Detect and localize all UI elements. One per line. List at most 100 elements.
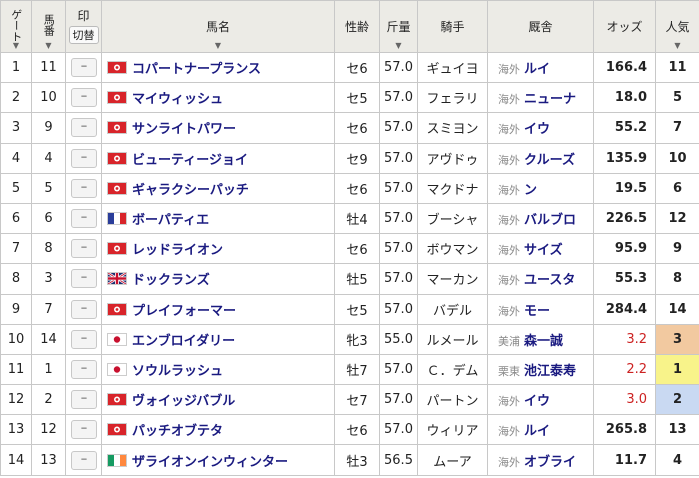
hong-kong-flag-icon (107, 151, 127, 165)
trainer-link[interactable]: ユースタ (524, 273, 575, 288)
trainer-link[interactable]: 森一誠 (524, 334, 563, 349)
horse-name-link[interactable]: ビューティージョイ (132, 153, 248, 168)
trainer-region: 美浦 (498, 334, 520, 348)
trainer-link[interactable]: オブライ (524, 455, 576, 470)
horse-name-cell: レッドライオン (101, 233, 335, 265)
trainer-region: 海外 (498, 183, 520, 197)
jockey-cell: ギュイヨ (417, 51, 488, 84)
horse-name-link[interactable]: ドックランズ (132, 273, 210, 288)
mark-select[interactable]: -- (70, 88, 97, 108)
trainer-link[interactable]: クルーズ (524, 153, 575, 168)
popularity-cell: 13 (655, 414, 699, 446)
trainer-link[interactable]: バルブロ (524, 213, 576, 228)
mark-select[interactable]: -- (70, 359, 97, 379)
horse-name-link[interactable]: ボーパティエ (132, 213, 209, 228)
mark-select[interactable]: -- (70, 239, 97, 259)
horse-name-link[interactable]: プレイフォーマー (132, 304, 236, 319)
horse-name-link[interactable]: レッドライオン (132, 243, 223, 258)
trainer-link[interactable]: イウ (524, 394, 550, 409)
jockey-link[interactable]: パートン (426, 394, 478, 409)
weight-cell: 55.0 (379, 323, 418, 355)
mark-select[interactable]: -- (70, 269, 97, 289)
horse-name-cell: サンライトパワー (101, 112, 335, 144)
horse-name-link[interactable]: エンブロイダリー (132, 334, 235, 349)
mark-select[interactable]: -- (70, 118, 97, 138)
popularity-cell: 3 (655, 323, 699, 355)
mark-select[interactable]: -- (70, 390, 97, 410)
trainer-link[interactable]: イウ (524, 122, 550, 137)
horse-name-link[interactable]: コパートナープランス (132, 62, 261, 77)
mark-cell: -- (65, 202, 102, 235)
weight-cell: 57.0 (379, 293, 418, 325)
mark-select[interactable]: -- (70, 420, 97, 440)
horse-number-cell: 7 (31, 293, 66, 325)
hong-kong-flag-icon (107, 393, 127, 407)
horse-name-link[interactable]: ソウルラッシュ (132, 364, 223, 379)
jockey-cell: ムーア (417, 444, 488, 476)
horse-number-cell: 5 (31, 172, 66, 204)
weight-cell: 57.0 (379, 82, 418, 114)
jockey-link[interactable]: スミヨン (426, 122, 478, 137)
jockey-link[interactable]: Ｃ．デム (427, 364, 479, 379)
gate-cell: 14 (0, 444, 32, 476)
horse-name-cell: ギャラクシーパッチ (101, 172, 335, 204)
horse-name-link[interactable]: サンライトパワー (132, 122, 236, 137)
horse-name-link[interactable]: パッチオブテタ (132, 424, 223, 439)
trainer-link[interactable]: モー (524, 304, 550, 319)
gate-cell: 8 (0, 263, 32, 295)
popularity-cell: 9 (655, 233, 699, 265)
mark-select[interactable]: -- (70, 58, 97, 78)
odds-header-label: オッズ (606, 20, 643, 34)
trainer-link[interactable]: ルイ (524, 62, 550, 77)
num-header[interactable]: 馬番 ▼ (31, 0, 66, 53)
popularity-cell: 8 (655, 263, 699, 295)
horse-name-cell: ドックランズ (101, 263, 335, 295)
trainer-link[interactable]: ルイ (524, 424, 550, 439)
horse-name-link[interactable]: ザライオンインウィンター (132, 455, 288, 470)
horse-name-link[interactable]: ヴォイッジバブル (132, 394, 235, 409)
jockey-link[interactable]: マーカン (426, 273, 478, 288)
trainer-link[interactable]: サイズ (524, 243, 563, 258)
gate-header[interactable]: ゲート ▼ (0, 0, 32, 53)
hong-kong-flag-icon (107, 423, 127, 437)
jockey-link[interactable]: ルメール (426, 334, 478, 349)
mark-cell: -- (65, 353, 102, 386)
mark-select[interactable]: -- (70, 299, 97, 319)
table-row: 8 3 -- ドックランズ 牡5 57.0 マーカン 海外 ユースタ 55.3 8 (0, 263, 699, 295)
trainer-link[interactable]: 池江泰寿 (524, 364, 576, 379)
mark-select[interactable]: -- (70, 329, 97, 349)
mark-select[interactable]: -- (70, 148, 97, 168)
mark-select[interactable]: -- (70, 450, 97, 470)
jockey-link[interactable]: マクドナ (426, 183, 478, 198)
table-header-row: ゲート ▼ 馬番 ▼ 印 切替 馬名 ▼ 性齢 斤量 ▼ 騎手 厩舎 オッズ 人… (0, 0, 699, 53)
race-entry-table: ゲート ▼ 馬番 ▼ 印 切替 馬名 ▼ 性齢 斤量 ▼ 騎手 厩舎 オッズ 人… (0, 0, 699, 476)
jockey-link[interactable]: フェラリ (426, 92, 478, 107)
jockey-link[interactable]: ウィリア (426, 424, 478, 439)
trainer-link[interactable]: ン (524, 183, 537, 198)
jockey-link[interactable]: ムーア (433, 455, 471, 470)
trainer-link[interactable]: ニューナ (524, 92, 576, 107)
popularity-header[interactable]: 人気 ▼ (655, 0, 699, 53)
jockey-link[interactable]: ボウマン (426, 243, 478, 258)
horse-name-cell: マイウィッシュ (101, 82, 335, 114)
mark-select[interactable]: -- (70, 178, 97, 198)
horse-name-cell: エンブロイダリー (101, 323, 335, 355)
jockey-link[interactable]: アヴドゥ (426, 153, 478, 168)
mark-toggle-button[interactable]: 切替 (68, 26, 99, 45)
horse-number-cell: 9 (31, 112, 66, 144)
weight-header[interactable]: 斤量 ▼ (379, 0, 418, 53)
jockey-link[interactable]: ギュイヨ (426, 62, 478, 77)
sex-age-cell: セ6 (334, 233, 380, 265)
gate-cell: 10 (0, 323, 32, 355)
mark-select[interactable]: -- (70, 209, 97, 229)
popularity-cell: 6 (655, 172, 699, 204)
trainer-cell: 海外 クルーズ (487, 142, 594, 174)
horse-name-link[interactable]: マイウィッシュ (132, 92, 223, 107)
trainer-cell: 海外 オブライ (487, 444, 594, 476)
jockey-link[interactable]: バデル (433, 304, 472, 319)
jockey-link[interactable]: ブーシャ (427, 213, 479, 228)
jockey-cell: ボウマン (417, 233, 488, 265)
odds-cell: 95.9 (593, 233, 656, 265)
horse-name-header[interactable]: 馬名 ▼ (101, 0, 335, 53)
horse-name-link[interactable]: ギャラクシーパッチ (132, 183, 249, 198)
